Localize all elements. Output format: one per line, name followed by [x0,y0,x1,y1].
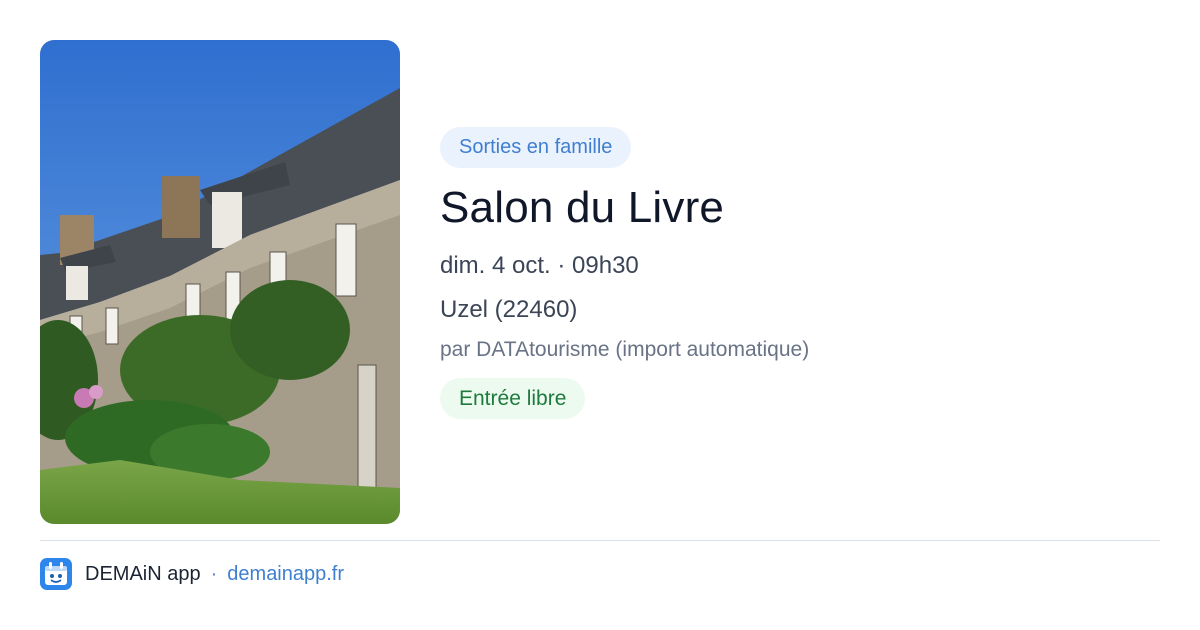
event-organizer: par DATAtourisme (import automatique) [440,338,810,361]
event-title[interactable]: Salon du Livre [440,182,1140,234]
demain-app-icon[interactable] [40,558,72,590]
footer-divider [40,540,1160,541]
event-location: Uzel (22460) [440,296,578,323]
footer: DEMAiN app · demainapp.fr [40,558,344,590]
category-badge[interactable]: Sorties en famille [440,127,632,168]
price-badge: Entrée libre [440,378,586,419]
photo-stone-manor-house-image [40,40,400,524]
event-card[interactable]: Sorties en famille Salon du Livre dim. 4… [0,0,1200,630]
event-info: Sorties en famille Salon du Livre dim. 4… [440,127,1140,419]
footer-separator: · [210,562,218,585]
app-name: DEMAiN app [85,562,201,585]
event-datetime: dim. 4 oct. · 09h30 [440,252,639,279]
app-url-link[interactable]: demainapp.fr [227,563,344,586]
event-photo[interactable] [40,40,400,524]
